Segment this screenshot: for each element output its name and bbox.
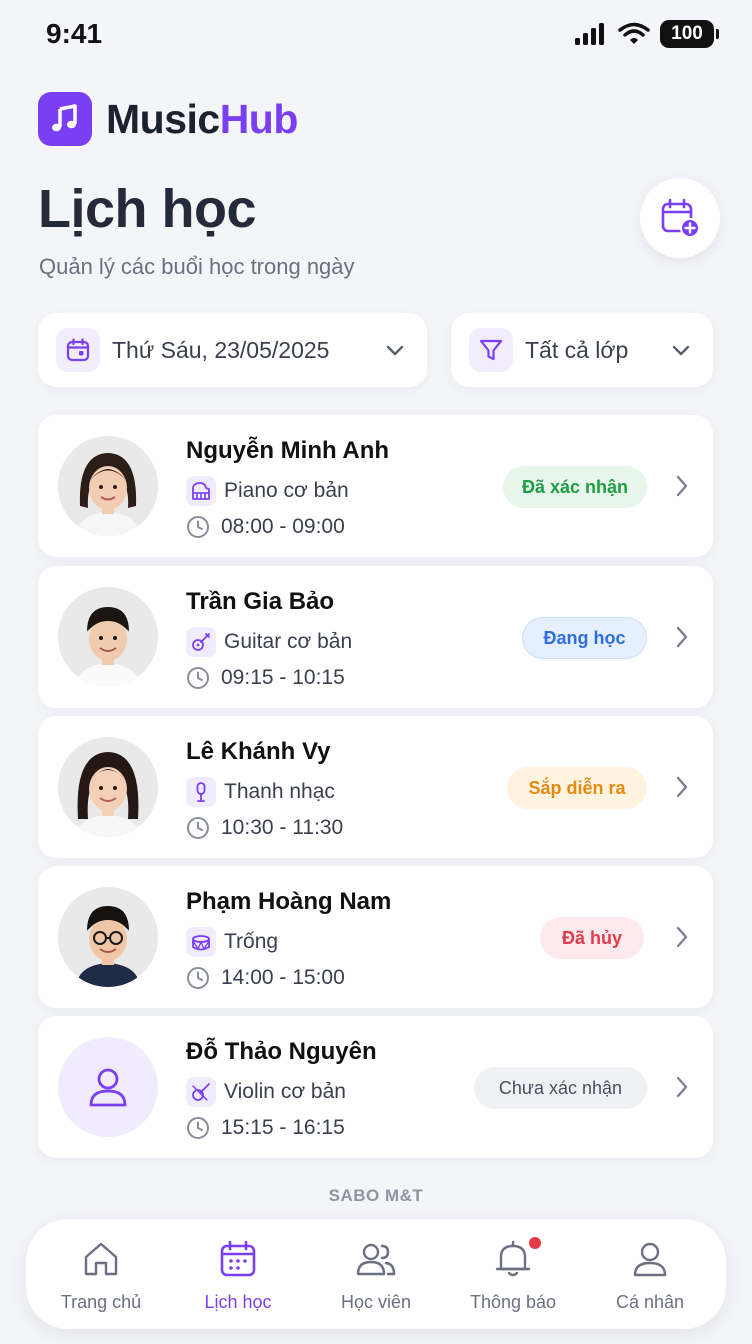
time-range: 14:00 - 15:00 [221, 966, 345, 989]
time-range: 08:00 - 09:00 [221, 515, 345, 538]
lesson-time: 14:00 - 15:00 [186, 966, 345, 990]
tab-label: Lịch học [204, 1292, 272, 1312]
user-placeholder-icon [89, 1068, 127, 1107]
chevron-right-icon[interactable] [675, 1075, 689, 1099]
course-name: Thanh nhạc [224, 780, 335, 803]
student-name: Lê Khánh Vy [186, 738, 331, 765]
student-name: Nguyễn Minh Anh [186, 437, 390, 464]
course-name: Guitar cơ bản [224, 630, 353, 653]
app-name-part1: Music [106, 95, 220, 142]
signal-icon [575, 23, 604, 45]
lesson-time: 15:15 - 16:15 [186, 1116, 345, 1140]
app-name-part2: Hub [219, 95, 299, 142]
clock-icon [187, 667, 209, 689]
app-name: MusicHub [106, 96, 298, 143]
app-logo: MusicHub [38, 92, 298, 146]
course-info: Thanh nhạc [186, 777, 335, 807]
drum-icon [186, 927, 216, 957]
chevron-right-icon[interactable] [675, 625, 689, 649]
lesson-time: 08:00 - 09:00 [186, 515, 345, 539]
calendar-plus-icon [661, 198, 700, 238]
student-avatar [58, 737, 158, 837]
users-icon [356, 1243, 396, 1276]
status-badge: Đã xác nhận [503, 466, 647, 508]
course-info: Guitar cơ bản [186, 627, 352, 657]
status-bar: 9:41 100 [0, 0, 752, 70]
notification-dot [529, 1237, 541, 1249]
calendar-icon [56, 328, 100, 372]
tab-label: Cá nhân [615, 1292, 685, 1312]
date-selector[interactable]: Thứ Sáu, 23/05/2025 [38, 313, 427, 387]
time-range: 15:15 - 16:15 [221, 1116, 345, 1139]
status-badge: Đang học [522, 617, 647, 659]
selected-class: Tất cả lớp [525, 336, 629, 363]
tab-profile[interactable]: Cá nhân [580, 1219, 720, 1329]
chevron-right-icon[interactable] [675, 775, 689, 799]
student-name: Đỗ Thảo Nguyên [186, 1038, 377, 1065]
tab-label: Trang chủ [60, 1292, 142, 1312]
guitar-icon [186, 627, 216, 657]
selected-date: Thứ Sáu, 23/05/2025 [112, 336, 330, 363]
class-filter[interactable]: Tất cả lớp [451, 313, 713, 387]
status-time: 9:41 [46, 18, 103, 49]
footer-brand: SABO M&T [328, 1186, 424, 1205]
wifi-icon [618, 22, 650, 44]
student-name: Phạm Hoàng Nam [186, 888, 392, 915]
page-title: Lịch học [38, 179, 257, 239]
tab-home[interactable]: Trang chủ [31, 1219, 171, 1329]
course-name: Piano cơ bản [224, 479, 349, 502]
lesson-time: 09:15 - 10:15 [186, 666, 345, 690]
course-name: Violin cơ bản [224, 1080, 346, 1103]
course-info: Violin cơ bản [186, 1077, 346, 1107]
filter-icon [469, 328, 513, 372]
student-avatar [58, 1037, 158, 1137]
clock-icon [187, 1117, 209, 1139]
tab-label: Thông báo [469, 1292, 557, 1312]
microphone-icon [186, 777, 216, 807]
course-info: Piano cơ bản [186, 476, 349, 506]
tab-schedule[interactable]: Lịch học [168, 1219, 308, 1329]
course-name: Trống [224, 930, 279, 953]
student-avatar [58, 887, 158, 987]
clock-icon [187, 516, 209, 538]
violin-icon [186, 1077, 216, 1107]
user-icon [633, 1242, 667, 1277]
battery-indicator: 100 [660, 20, 719, 48]
lesson-card[interactable]: Phạm Hoàng Nam Trống 14:00 - 15:00 Đã hủ… [38, 866, 713, 1008]
add-schedule-button[interactable] [640, 178, 720, 258]
lesson-card[interactable]: Trần Gia Bảo Guitar cơ bản 09:15 - 10:15… [38, 566, 713, 708]
page-subtitle: Quản lý các buổi học trong ngày [39, 254, 355, 279]
chevron-right-icon[interactable] [675, 474, 689, 498]
chevron-down-icon [672, 345, 690, 356]
bell-icon [495, 1240, 531, 1277]
chevron-down-icon [386, 345, 404, 356]
tab-notifications[interactable]: Thông báo [443, 1219, 583, 1329]
tab-label: Học viên [340, 1292, 412, 1312]
chevron-right-icon[interactable] [675, 925, 689, 949]
time-range: 09:15 - 10:15 [221, 666, 345, 689]
course-info: Trống [186, 927, 278, 957]
lesson-card[interactable]: Lê Khánh Vy Thanh nhạc 10:30 - 11:30 Sắp… [38, 716, 713, 858]
tab-students[interactable]: Học viên [306, 1219, 446, 1329]
lesson-card[interactable]: Nguyễn Minh Anh Piano cơ bản 08:00 - 09:… [38, 415, 713, 557]
clock-icon [187, 817, 209, 839]
piano-icon [186, 476, 216, 506]
status-badge: Đã hủy [540, 917, 644, 959]
student-name: Trần Gia Bảo [186, 588, 335, 615]
calendar-icon [220, 1240, 256, 1277]
clock-icon [187, 967, 209, 989]
student-avatar [58, 587, 158, 687]
lesson-card[interactable]: Đỗ Thảo Nguyên Violin cơ bản 15:15 - 16:… [38, 1016, 713, 1158]
lesson-time: 10:30 - 11:30 [186, 816, 343, 840]
status-badge: Sắp diễn ra [507, 767, 647, 809]
status-badge: Chưa xác nhận [474, 1067, 647, 1109]
music-note-icon [38, 92, 92, 146]
bottom-tab-bar: Trang chủ Lịch học Học viên Thông báo Cá… [26, 1219, 726, 1329]
status-icons: 100 [574, 20, 719, 48]
time-range: 10:30 - 11:30 [221, 816, 344, 839]
student-avatar [58, 436, 158, 536]
home-icon [84, 1242, 118, 1276]
